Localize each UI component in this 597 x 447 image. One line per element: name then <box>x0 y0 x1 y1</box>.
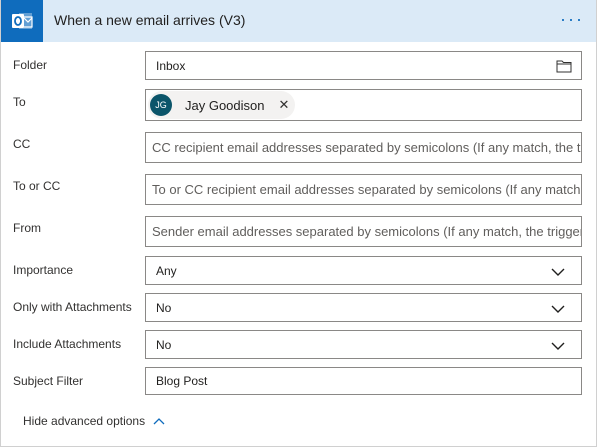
trigger-card: When a new email arrives (V3) ··· Folder… <box>0 0 597 447</box>
folder-label: Folder <box>13 58 48 72</box>
only-with-attachments-value: No <box>156 300 172 315</box>
avatar: JG <box>150 94 172 116</box>
importance-dropdown[interactable]: Any <box>145 256 582 285</box>
card-title: When a new email arrives (V3) <box>54 12 246 28</box>
importance-value: Any <box>156 263 177 278</box>
recipient-token: JG Jay Goodison ✕ <box>148 91 296 119</box>
to-label: To <box>13 95 26 109</box>
card-header[interactable]: When a new email arrives (V3) ··· <box>1 0 596 42</box>
to-or-cc-placeholder: To or CC recipient email addresses separ… <box>152 182 582 197</box>
include-attachments-dropdown[interactable]: No <box>145 330 582 359</box>
subject-filter-value: Blog Post <box>156 374 208 388</box>
hide-advanced-options-button[interactable]: Hide advanced options <box>23 414 165 428</box>
chevron-up-icon <box>153 414 165 428</box>
from-label: From <box>13 221 41 235</box>
chevron-down-icon[interactable] <box>551 303 565 317</box>
only-with-attachments-dropdown[interactable]: No <box>145 293 582 322</box>
folder-field[interactable]: Inbox <box>145 51 582 80</box>
subject-filter-input[interactable]: Blog Post <box>145 367 582 395</box>
from-input[interactable]: Sender email addresses separated by semi… <box>145 216 582 247</box>
from-placeholder: Sender email addresses separated by semi… <box>152 224 582 239</box>
remove-recipient-icon[interactable]: ✕ <box>279 97 290 113</box>
cc-input[interactable]: CC recipient email addresses separated b… <box>145 132 582 163</box>
cc-placeholder: CC recipient email addresses separated b… <box>152 140 581 155</box>
importance-label: Importance <box>13 263 74 277</box>
chevron-down-icon[interactable] <box>551 266 565 280</box>
include-attachments-label: Include Attachments <box>13 337 122 351</box>
include-attachments-value: No <box>156 337 172 352</box>
subject-filter-label: Subject Filter <box>13 374 84 388</box>
more-options-icon[interactable]: ··· <box>560 10 584 28</box>
only-with-attachments-label: Only with Attachments <box>13 300 132 314</box>
cc-label: CC <box>13 137 31 151</box>
recipient-name: Jay Goodison <box>185 97 265 113</box>
chevron-down-icon[interactable] <box>551 340 565 354</box>
to-field[interactable]: JG Jay Goodison ✕ <box>145 89 582 121</box>
folder-icon[interactable] <box>556 59 572 76</box>
folder-value: Inbox <box>156 58 186 73</box>
to-or-cc-label: To or CC <box>13 179 61 193</box>
outlook-icon <box>1 0 43 42</box>
hide-advanced-options-label: Hide advanced options <box>23 414 146 428</box>
to-or-cc-input[interactable]: To or CC recipient email addresses separ… <box>145 174 582 205</box>
